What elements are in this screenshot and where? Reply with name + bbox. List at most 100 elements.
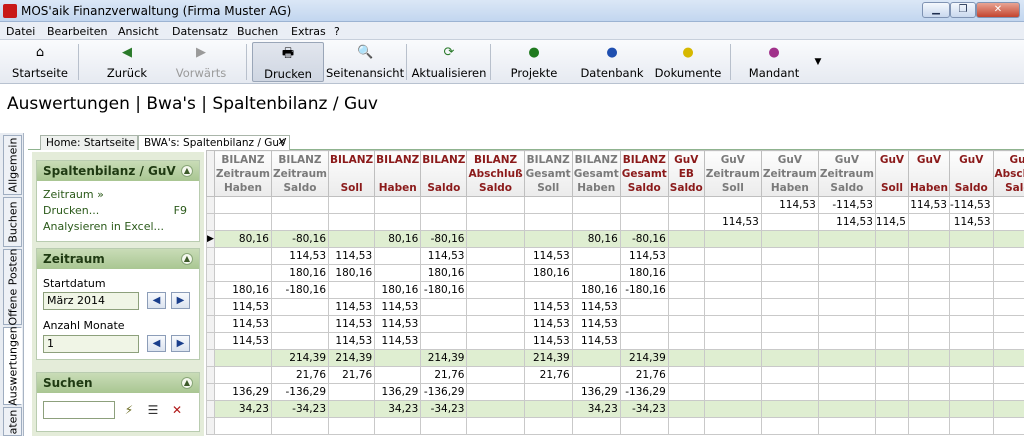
table-cell[interactable] [374,196,422,214]
table-cell[interactable] [703,281,762,299]
table-cell[interactable]: 114,53 [571,332,621,350]
table-cell[interactable] [907,298,950,316]
table-cell[interactable]: 114,53 [374,298,422,316]
table-cell[interactable] [760,400,819,418]
table-row[interactable]: 114,53 114,53 114,53 114,53 114,53 [206,247,1024,265]
table-cell[interactable] [907,366,950,384]
menu-datensatz[interactable]: Datensatz [172,25,228,38]
table-cell[interactable]: 80,16 [374,230,422,248]
table-cell[interactable]: 114,53 [328,332,376,350]
table-cell[interactable] [992,247,1024,265]
table-cell[interactable]: 180,16 [523,264,573,282]
column-header[interactable]: BILANZ Soll [328,150,376,197]
table-cell[interactable] [213,264,272,282]
table-cell[interactable] [817,366,876,384]
table-cell[interactable] [328,383,376,401]
table-row[interactable]: 34,23 -34,23 34,23 -34,23 34,23 -34,23 [206,400,1024,418]
table-cell[interactable] [523,281,573,299]
tab-daten[interactable]: aten [3,407,22,436]
collapse-icon[interactable]: ▲ [181,165,193,177]
table-cell[interactable]: -34,23 [270,400,330,418]
table-row[interactable]: 21,76 21,76 21,76 21,76 21,76 [206,366,1024,384]
table-cell[interactable]: 34,23 [213,400,272,418]
table-row[interactable]: 180,16 -180,16 180,16 -180,16 180,16 -180,16 [206,281,1024,299]
table-cell[interactable] [571,417,621,435]
table-cell[interactable]: 114,53 [523,298,573,316]
table-row[interactable]: 114,53 -114,53 114,53 -114,53 [206,196,1024,214]
column-header[interactable]: GuV Zeitraum Soll [703,150,762,197]
table-cell[interactable] [992,264,1024,282]
table-cell[interactable] [817,332,876,350]
table-cell[interactable]: 114,53 [619,247,669,265]
table-cell[interactable]: 21,76 [523,366,573,384]
column-header[interactable]: GuV Saldo [948,150,994,197]
table-cell[interactable] [874,196,909,214]
excel-link[interactable]: Analysieren in Excel... [43,220,164,233]
table-cell[interactable]: 114,53 [213,298,272,316]
table-cell[interactable] [992,349,1024,367]
table-cell[interactable] [374,247,422,265]
table-cell[interactable] [760,230,819,248]
collapse-icon[interactable]: ▲ [181,253,193,265]
startseite-button[interactable]: ⌂ Startseite [6,42,74,82]
table-cell[interactable]: 180,16 [571,281,621,299]
mandant-dropdown-arrow[interactable]: ▼ [810,42,826,82]
table-row[interactable]: 214,39 214,39 214,39 214,39 214,39 [206,349,1024,367]
table-cell[interactable]: -114,53 [948,196,994,214]
table-cell[interactable] [466,332,525,350]
table-cell[interactable] [992,400,1024,418]
forward-button[interactable]: ▶ Vorwärts [170,42,232,82]
column-header[interactable]: BILANZ Zeitraum Haben [213,150,272,197]
table-cell[interactable]: 214,39 [270,349,330,367]
table-cell[interactable]: 114,53 [523,332,573,350]
table-cell[interactable] [948,332,994,350]
row-selector[interactable] [206,315,215,333]
table-cell[interactable] [571,349,621,367]
group-zeitraum-header[interactable]: Zeitraum ▲ [37,249,199,269]
table-cell[interactable] [992,332,1024,350]
column-header[interactable]: BILANZ Gesamt Saldo [619,150,669,197]
table-cell[interactable]: 214,39 [619,349,669,367]
table-cell[interactable] [328,213,376,231]
table-cell[interactable] [703,230,762,248]
table-cell[interactable] [420,298,468,316]
table-cell[interactable] [907,213,950,231]
table-cell[interactable] [619,315,669,333]
table-cell[interactable] [992,417,1024,435]
table-cell[interactable] [703,298,762,316]
table-cell[interactable] [760,264,819,282]
table-cell[interactable] [619,196,669,214]
zeitraum-link[interactable]: Zeitraum » [43,188,104,201]
table-cell[interactable] [760,298,819,316]
table-cell[interactable] [907,315,950,333]
table-cell[interactable] [948,247,994,265]
table-cell[interactable] [619,298,669,316]
back-button[interactable]: ◀ Zurück [96,42,158,82]
table-cell[interactable] [667,281,705,299]
table-cell[interactable] [466,383,525,401]
table-cell[interactable] [571,196,621,214]
table-cell[interactable] [992,315,1024,333]
table-cell[interactable] [703,315,762,333]
table-cell[interactable] [213,213,272,231]
table-row[interactable] [206,417,1024,435]
table-cell[interactable]: 21,76 [328,366,376,384]
table-cell[interactable] [992,298,1024,316]
table-cell[interactable] [213,417,272,435]
table-cell[interactable] [523,383,573,401]
table-cell[interactable] [571,213,621,231]
table-cell[interactable] [992,213,1024,231]
table-cell[interactable] [374,213,422,231]
refresh-button[interactable]: ⟳ Aktualisieren [410,42,488,82]
table-cell[interactable] [948,349,994,367]
column-header[interactable]: BILANZ Gesamt Haben [571,150,621,197]
table-cell[interactable] [420,213,468,231]
table-cell[interactable]: 214,39 [420,349,468,367]
table-cell[interactable] [571,247,621,265]
table-cell[interactable]: 136,29 [571,383,621,401]
table-cell[interactable] [703,383,762,401]
table-cell[interactable] [907,383,950,401]
table-cell[interactable]: 114,53 [523,315,573,333]
table-cell[interactable] [466,196,525,214]
tab-home-startseite[interactable]: Home: Startseite [40,135,138,150]
